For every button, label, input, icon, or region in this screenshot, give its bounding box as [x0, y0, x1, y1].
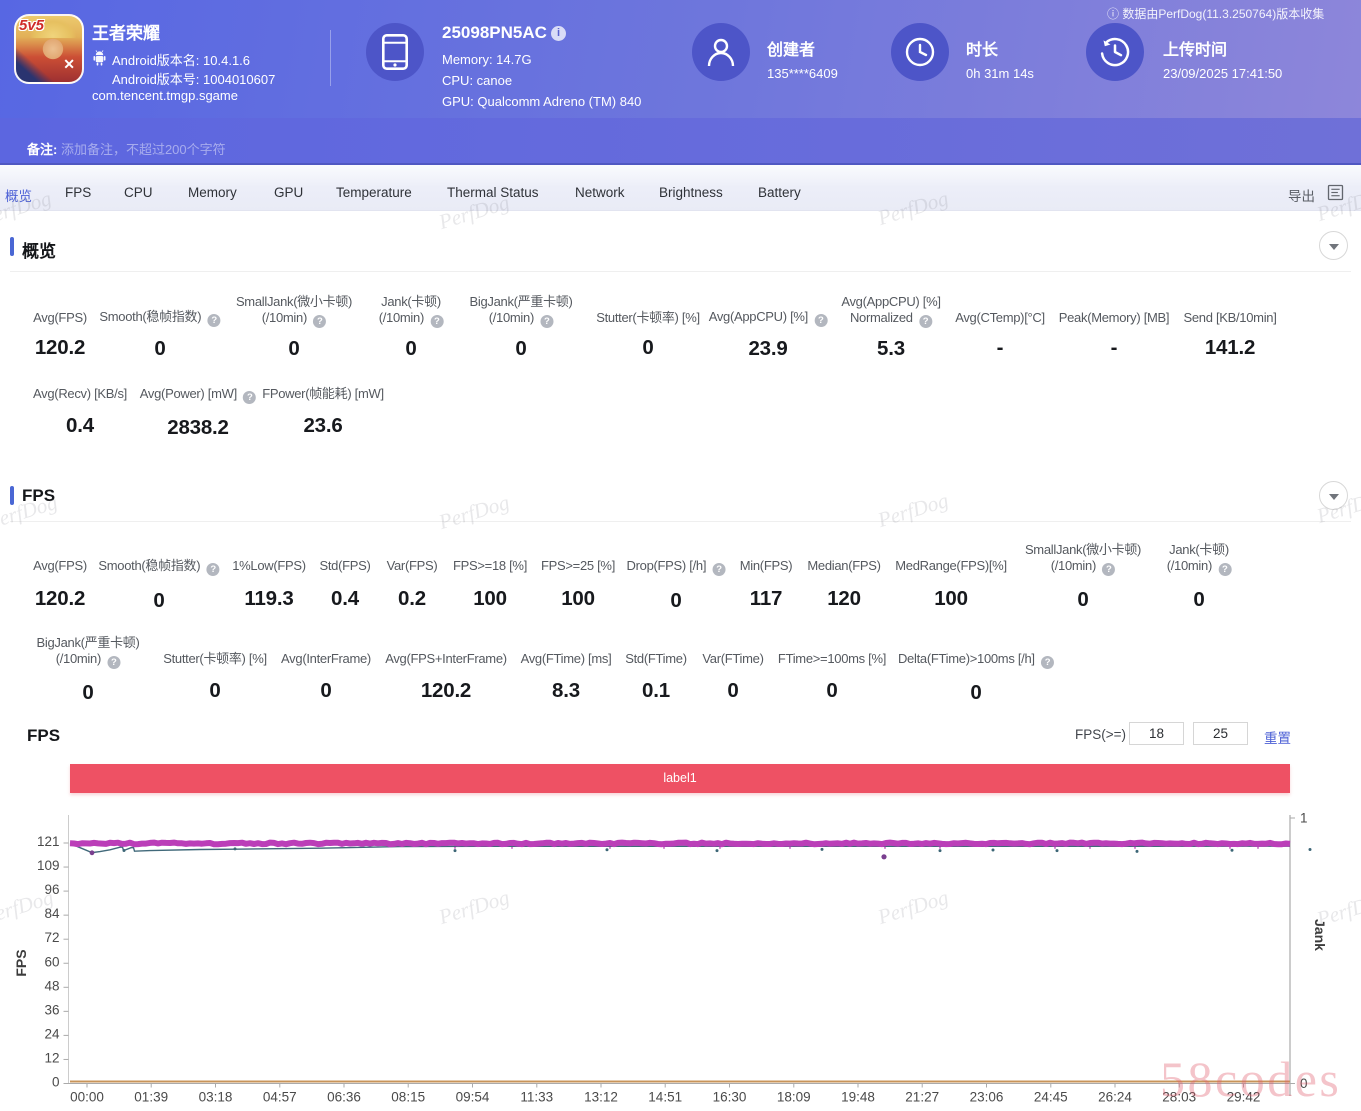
svg-text:01:39: 01:39	[134, 1090, 168, 1105]
svg-text:23:06: 23:06	[970, 1090, 1004, 1105]
svg-text:14:51: 14:51	[648, 1090, 682, 1105]
svg-text:08:15: 08:15	[391, 1090, 425, 1105]
svg-text:1: 1	[1300, 811, 1308, 826]
svg-text:00:00: 00:00	[70, 1090, 104, 1105]
svg-text:121: 121	[37, 834, 60, 849]
svg-text:16:30: 16:30	[713, 1090, 747, 1105]
svg-text:11:33: 11:33	[520, 1090, 553, 1105]
svg-text:26:24: 26:24	[1098, 1090, 1132, 1105]
svg-text:06:36: 06:36	[327, 1090, 361, 1105]
svg-text:19:48: 19:48	[841, 1090, 875, 1105]
svg-text:48: 48	[44, 978, 59, 993]
svg-text:04:57: 04:57	[263, 1090, 297, 1105]
svg-text:109: 109	[37, 858, 60, 873]
svg-text:09:54: 09:54	[456, 1090, 490, 1105]
svg-text:03:18: 03:18	[199, 1090, 233, 1105]
svg-text:72: 72	[44, 930, 59, 945]
svg-text:24: 24	[44, 1026, 60, 1041]
svg-text:FPS: FPS	[13, 949, 29, 976]
svg-text:12: 12	[44, 1050, 59, 1065]
svg-text:0: 0	[52, 1075, 60, 1090]
svg-text:18:09: 18:09	[777, 1090, 811, 1105]
svg-text:24:45: 24:45	[1034, 1090, 1068, 1105]
svg-text:13:12: 13:12	[584, 1090, 618, 1105]
svg-text:21:27: 21:27	[905, 1090, 939, 1105]
svg-text:36: 36	[44, 1002, 59, 1017]
svg-text:60: 60	[44, 954, 59, 969]
